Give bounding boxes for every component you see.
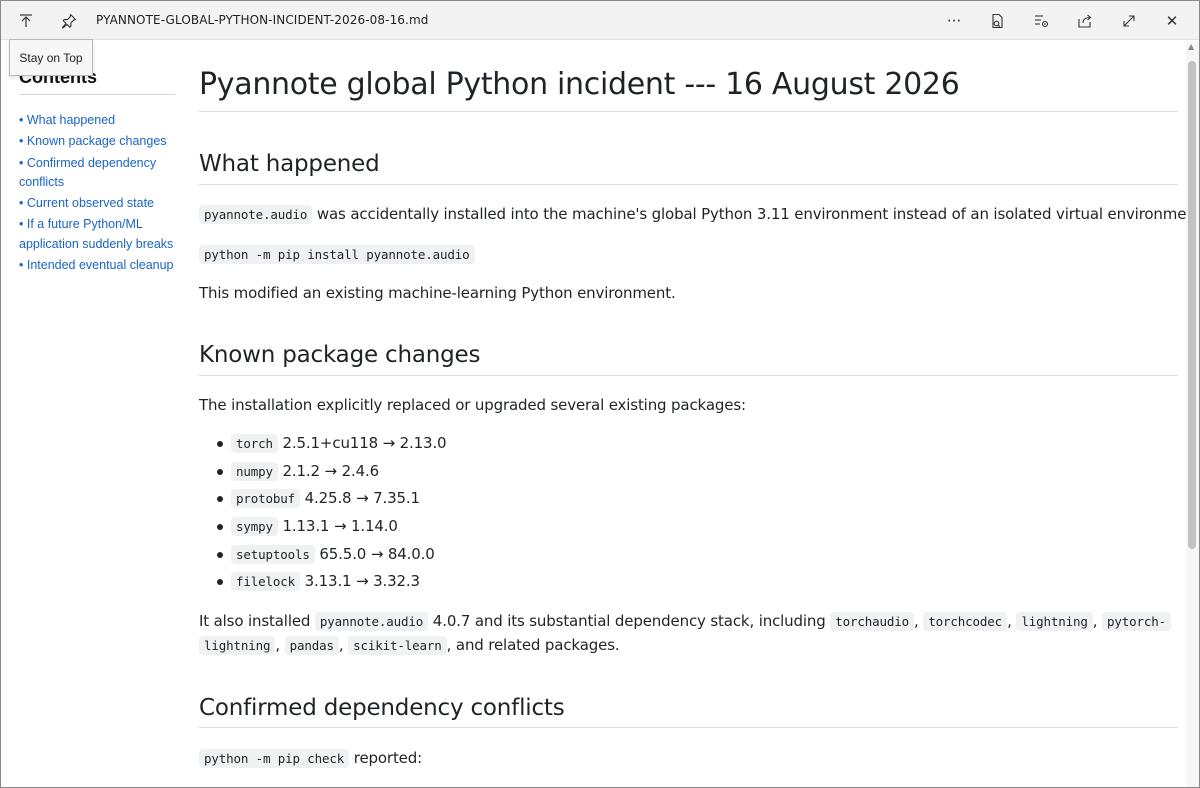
- toc-link-what-happened[interactable]: • What happened: [19, 111, 177, 130]
- inline-code: lightning: [1016, 612, 1093, 631]
- toc-list: • What happened • Known package changes …: [19, 111, 177, 277]
- version-change: 65.5.0 → 84.0.0: [319, 544, 435, 563]
- inline-code: lightning: [199, 636, 276, 655]
- inline-code: pyannote.audio: [199, 205, 313, 224]
- more-icon: ···: [946, 12, 962, 30]
- heading-divider: [199, 184, 1178, 185]
- share-button[interactable]: [1071, 9, 1099, 33]
- list-item: filelock 3.13.1 → 3.32.3: [217, 570, 446, 598]
- heading-known-package-changes: Known package changes: [199, 342, 481, 368]
- read-aloud-button[interactable]: [983, 9, 1011, 33]
- heading-divider: [199, 375, 1178, 376]
- close-button[interactable]: ✕: [1158, 9, 1186, 33]
- toc-link-future-breakage[interactable]: • If a future Python/ML application sudd…: [19, 215, 177, 254]
- paragraph-replaced-intro: The installation explicitly replaced or …: [199, 396, 746, 414]
- inline-code: pyannote.audio: [314, 612, 429, 631]
- list-item: sympy 1.13.1 → 1.14.0: [217, 515, 446, 543]
- package-name: setuptools: [231, 544, 315, 564]
- close-icon: ✕: [1165, 12, 1179, 30]
- version-change: 3.13.1 → 3.32.3: [304, 572, 420, 591]
- package-name: numpy: [231, 461, 278, 481]
- paragraph-install-summary: pyannote.audio was accidentally installe…: [199, 203, 1200, 226]
- pin-icon[interactable]: [57, 9, 81, 33]
- inline-code: python -m pip install pyannote.audio: [199, 245, 475, 264]
- page-title: Pyannote global Python incident --- 16 A…: [199, 67, 960, 102]
- inline-code: pytorch-: [1101, 612, 1171, 631]
- title-bar: PYANNOTE-GLOBAL-PYTHON-INCIDENT-2026-08-…: [1, 1, 1199, 40]
- heading-what-happened: What happened: [199, 151, 380, 177]
- package-name: protobuf: [231, 489, 301, 509]
- paragraph-text: was accidentally installed into the mach…: [312, 205, 1200, 223]
- heading-confirmed-dependency-conflicts: Confirmed dependency conflicts: [199, 695, 565, 721]
- version-change: 2.1.2 → 2.4.6: [282, 461, 380, 480]
- scrollbar-thumb[interactable]: [1188, 61, 1196, 549]
- title-divider: [199, 111, 1178, 112]
- package-name: torch: [231, 434, 278, 453]
- share-icon: [1078, 14, 1092, 28]
- list-item: numpy 2.1.2 → 2.4.6: [217, 460, 446, 488]
- inline-code: scikit-learn: [348, 636, 447, 655]
- paragraph-dependency-stack-line2: lightning, pandas, scikit-learn, and rel…: [199, 634, 620, 657]
- toc-divider: [19, 94, 175, 95]
- toc-link-confirmed-dependency-conflicts[interactable]: • Confirmed dependency conflicts: [19, 154, 177, 193]
- toc-link-current-observed-state[interactable]: • Current observed state: [19, 194, 177, 213]
- paragraph-text: reported:: [349, 749, 423, 767]
- toc-link-intended-cleanup[interactable]: • Intended eventual cleanup: [19, 256, 177, 275]
- inline-code: pandas: [284, 636, 339, 655]
- paragraph-text: 4.0.7 and its substantial dependency sta…: [428, 612, 831, 630]
- stay-on-top-tooltip: Stay on Top: [9, 39, 93, 76]
- list-settings-icon: [1035, 15, 1049, 28]
- package-name: sympy: [231, 517, 278, 537]
- settings-list-button[interactable]: [1027, 9, 1055, 33]
- package-change-list: torch 2.5.1+cu118 → 2.13.0 numpy 2.1.2 →…: [217, 432, 447, 598]
- paragraph-modified-env: This modified an existing machine-learni…: [199, 284, 676, 302]
- list-item: setuptools 65.5.0 → 84.0.0: [217, 543, 446, 571]
- list-item: protobuf 4.25.8 → 7.35.1: [217, 487, 446, 515]
- paragraph-dependency-stack-line1: It also installed pyannote.audio 4.0.7 a…: [199, 610, 1171, 633]
- inline-code: torchaudio: [830, 612, 915, 631]
- paragraph-text: It also installed: [199, 612, 315, 630]
- scroll-up-icon[interactable]: ▲: [1188, 43, 1196, 51]
- heading-divider: [199, 727, 1178, 728]
- toc-link-known-package-changes[interactable]: • Known package changes: [19, 132, 177, 151]
- stay-on-top-icon[interactable]: [14, 9, 38, 33]
- paragraph-text: , and related packages.: [446, 636, 620, 654]
- package-name: filelock: [231, 572, 301, 592]
- list-item: torch 2.5.1+cu118 → 2.13.0: [217, 432, 447, 460]
- expand-icon: [1123, 15, 1135, 27]
- install-command: python -m pip install pyannote.audio: [199, 243, 475, 266]
- version-change: 1.13.1 → 1.14.0: [282, 517, 398, 536]
- app-window: PYANNOTE-GLOBAL-PYTHON-INCIDENT-2026-08-…: [0, 0, 1200, 788]
- expand-button[interactable]: [1115, 9, 1143, 33]
- read-aloud-icon: [992, 13, 1003, 29]
- inline-code: torchcodec: [923, 612, 1008, 631]
- paragraph-pip-check: python -m pip check reported:: [199, 747, 422, 770]
- version-change: 4.25.8 → 7.35.1: [304, 489, 420, 508]
- inline-code: python -m pip check: [199, 749, 350, 768]
- more-options-button[interactable]: ···: [940, 9, 968, 33]
- version-change: 2.5.1+cu118 → 2.13.0: [282, 434, 447, 452]
- window-title: PYANNOTE-GLOBAL-PYTHON-INCIDENT-2026-08-…: [96, 13, 429, 27]
